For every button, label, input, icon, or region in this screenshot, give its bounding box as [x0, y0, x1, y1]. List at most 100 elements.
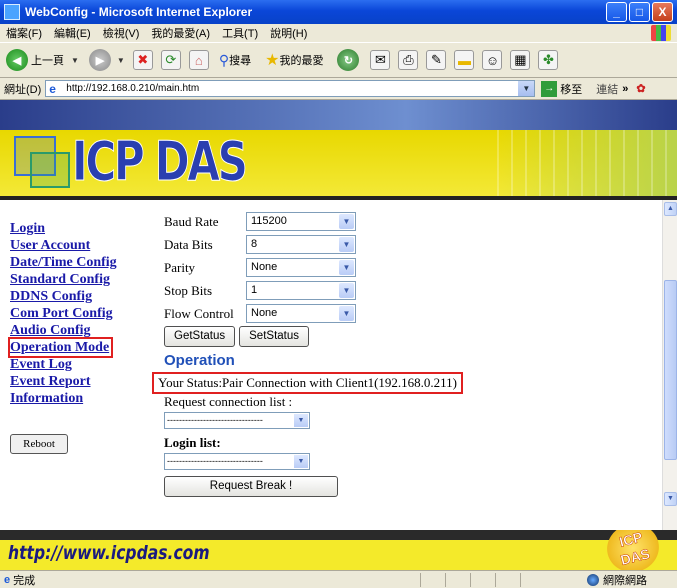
toolbar-extra-icon[interactable]: ✿ [636, 82, 645, 95]
login-list-value: -------------------------------- [167, 456, 263, 466]
menu-favorites[interactable]: 我的最愛(A) [151, 25, 210, 41]
flow-control-row: Flow Control None ▼ [164, 302, 654, 325]
chevron-down-icon: ▼ [294, 455, 308, 468]
globe-icon [587, 574, 599, 586]
site-footer: http://www.icpdas.com ICP DAS [0, 530, 677, 570]
operation-heading: Operation [164, 352, 235, 369]
favorites-label[interactable]: 我的最愛 [279, 52, 323, 68]
nav-login[interactable]: Login [10, 220, 150, 237]
edit-icon[interactable]: ✎ [426, 50, 447, 70]
search-icon[interactable]: ⚲ [219, 52, 229, 69]
nav-audio-config[interactable]: Audio Config [10, 322, 150, 339]
status-buttons-row: GetStatus SetStatus [164, 325, 654, 348]
baud-rate-value: 115200 [251, 215, 287, 227]
window-controls: _ □ X [606, 2, 673, 22]
reboot-button[interactable]: Reboot [10, 434, 68, 454]
windows-logo-icon [651, 25, 671, 41]
connection-status-text: Your Status:Pair Connection with Client1… [152, 372, 463, 394]
scroll-thumb[interactable] [664, 280, 677, 460]
nav-com-port-config[interactable]: Com Port Config [10, 305, 150, 322]
login-list-label: Login list: [164, 435, 221, 450]
data-bits-value: 8 [251, 238, 258, 250]
parity-select[interactable]: None ▼ [246, 258, 356, 277]
page-content: Login User Account Date/Time Config Stan… [0, 200, 662, 530]
site-banner: ICP DAS [0, 100, 677, 200]
nav-standard-config[interactable]: Standard Config [10, 271, 150, 288]
nav-information[interactable]: Information [10, 390, 150, 407]
toolbar: ◀ 上一頁 ▼ ▶ ▼ ✖ ⟳ ⌂ ⚲ 搜尋 ★ 我的最愛 ↻ ✉ ⎙ ✎ ▬ … [0, 42, 677, 78]
icpdas-badge-logo: ICP DAS [601, 530, 665, 570]
nav-event-log[interactable]: Event Log [10, 356, 150, 373]
search-label[interactable]: 搜尋 [229, 52, 251, 68]
stop-bits-select[interactable]: 1 ▼ [246, 281, 356, 300]
chevron-down-icon: ▼ [339, 260, 354, 275]
menu-view[interactable]: 檢視(V) [103, 25, 140, 41]
plugin-icon[interactable]: ✤ [538, 50, 559, 70]
minimize-button[interactable]: _ [606, 2, 627, 22]
get-status-button[interactable]: GetStatus [164, 326, 236, 347]
chevron-down-icon: ▼ [339, 237, 354, 252]
nav-user-account[interactable]: User Account [10, 237, 150, 254]
flow-control-value: None [251, 307, 278, 319]
address-bar: 網址(D) e http://192.168.0.210/main.htm ▼ … [0, 78, 677, 100]
login-list-select[interactable]: -------------------------------- ▼ [164, 453, 310, 470]
messenger-icon[interactable]: ☺ [482, 50, 503, 70]
window-title: WebConfig - Microsoft Internet Explorer [25, 5, 253, 19]
menu-edit[interactable]: 編輯(E) [54, 25, 91, 41]
close-button[interactable]: X [652, 2, 673, 22]
status-text: 完成 [13, 574, 36, 587]
forward-arrow-icon[interactable]: ▶ [88, 49, 111, 71]
ie-app-icon [4, 4, 20, 20]
favorites-star-icon[interactable]: ★ [265, 50, 279, 70]
back-arrow-icon[interactable]: ◀ [6, 49, 28, 71]
address-input[interactable]: e http://192.168.0.210/main.htm ▼ [45, 80, 536, 97]
scroll-up-icon[interactable]: ▲ [664, 202, 677, 216]
go-button[interactable]: → 移至 [541, 80, 583, 97]
vertical-scrollbar[interactable]: ▲ ▼ [662, 200, 677, 530]
go-label: 移至 [560, 83, 583, 96]
status-divider [420, 573, 421, 587]
status-divider [445, 573, 446, 587]
maximize-button[interactable]: □ [629, 2, 650, 22]
baud-rate-select[interactable]: 115200 ▼ [246, 212, 356, 231]
menu-help[interactable]: 說明(H) [270, 25, 307, 41]
stop-icon[interactable]: ✖ [132, 50, 153, 70]
data-bits-select[interactable]: 8 ▼ [246, 235, 356, 254]
flow-control-select[interactable]: None ▼ [246, 304, 356, 323]
parity-row: Parity None ▼ [164, 256, 654, 279]
page-icon: e [49, 81, 56, 96]
request-break-button[interactable]: Request Break ! [164, 476, 338, 497]
address-url: http://192.168.0.210/main.htm [66, 83, 200, 94]
chevron-down-icon: ▼ [339, 283, 354, 298]
menu-file[interactable]: 檔案(F) [6, 25, 42, 41]
forward-dropdown-icon[interactable]: ▼ [117, 56, 125, 65]
set-status-button[interactable]: SetStatus [239, 326, 310, 347]
title-bar: WebConfig - Microsoft Internet Explorer … [0, 0, 677, 24]
stop-bits-label: Stop Bits [164, 282, 213, 298]
scroll-down-icon[interactable]: ▼ [664, 492, 677, 506]
history-icon[interactable]: ↻ [337, 49, 360, 71]
home-icon[interactable]: ⌂ [188, 50, 209, 70]
nav-datetime-config[interactable]: Date/Time Config [10, 254, 150, 271]
nav-operation-mode[interactable]: Operation Mode [7, 337, 114, 358]
go-arrow-icon: → [541, 80, 558, 97]
zone-label: 網際網路 [603, 575, 647, 587]
nav-event-report[interactable]: Event Report [10, 373, 150, 390]
refresh-icon[interactable]: ⟳ [160, 50, 181, 70]
back-label[interactable]: 上一頁 [31, 52, 64, 68]
folder-icon[interactable]: ▬ [454, 50, 475, 70]
print-icon[interactable]: ⎙ [398, 50, 419, 70]
nav-ddns-config[interactable]: DDNS Config [10, 288, 150, 305]
back-dropdown-icon[interactable]: ▼ [71, 56, 79, 65]
research-icon[interactable]: ▦ [510, 50, 531, 70]
address-dropdown-icon[interactable]: ▼ [518, 81, 535, 96]
links-label[interactable]: 連結 [596, 81, 618, 97]
menu-tools[interactable]: 工具(T) [222, 25, 258, 41]
request-connection-select[interactable]: -------------------------------- ▼ [164, 412, 310, 429]
side-nav: Login User Account Date/Time Config Stan… [7, 220, 150, 407]
footer-divider [0, 530, 677, 540]
mail-icon[interactable]: ✉ [370, 50, 391, 70]
links-chevron-icon[interactable]: » [622, 83, 628, 95]
banner-top-strip [0, 100, 677, 130]
status-divider [495, 573, 496, 587]
